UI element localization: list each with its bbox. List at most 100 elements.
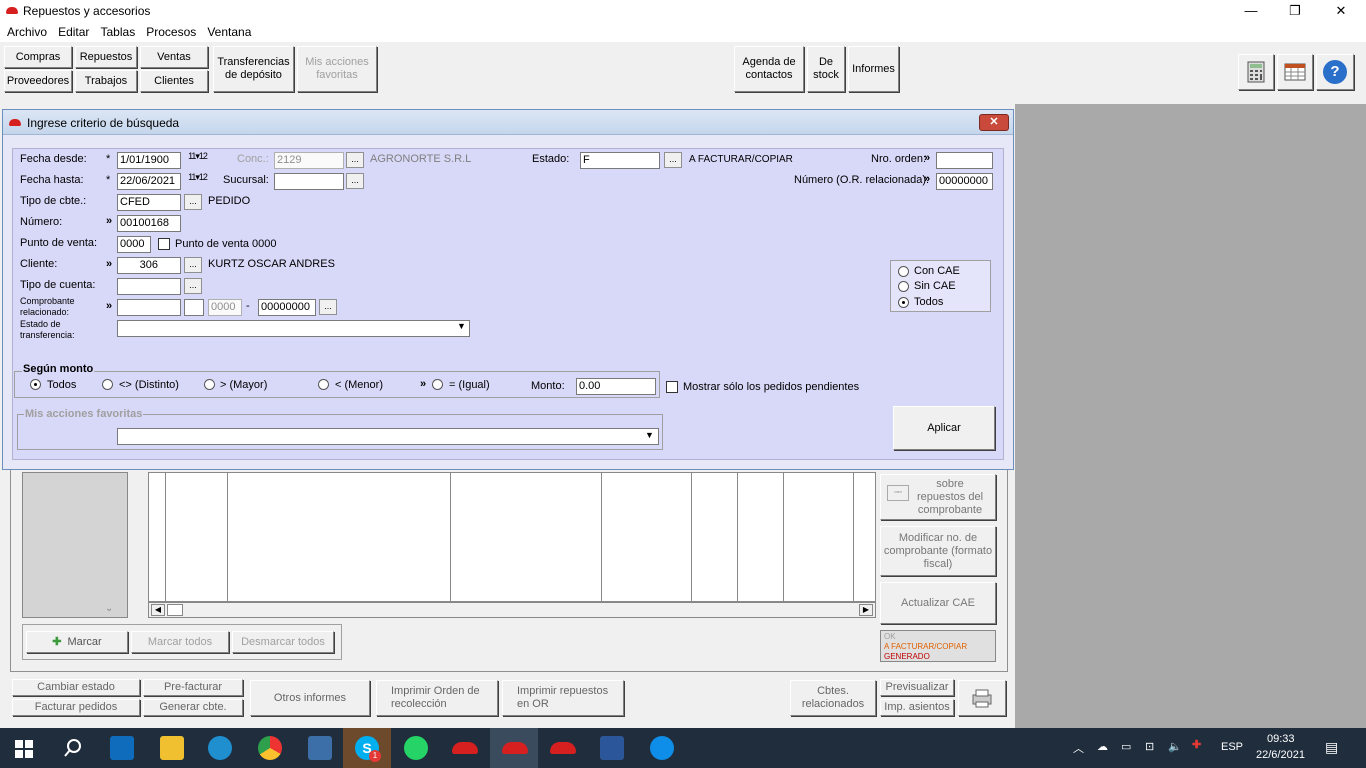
search-icon[interactable] [64,739,82,760]
numero-input[interactable]: 00100168 [117,215,181,232]
marcar-button[interactable]: ✚ Marcar [26,631,128,653]
scroll-right-icon[interactable]: ▶ [859,604,873,616]
estado-lookup-button[interactable]: ... [664,152,682,168]
minimize-button[interactable]: — [1228,0,1274,22]
teamviewer-icon[interactable] [650,736,674,760]
network-icon[interactable]: ⊡ [1145,740,1154,753]
modificar-comprobante-button[interactable]: Modificar no. de comprobante (formato fi… [880,526,996,576]
app-task-icon[interactable] [550,742,576,754]
comp-rel-tipo-input[interactable] [117,299,181,316]
tipo-cbte-lookup-button[interactable]: ... [184,194,202,210]
cbtes-relacionados-button[interactable]: Cbtes. relacionados [790,680,876,716]
comp-rel-numero-input[interactable]: 00000000 [258,299,316,316]
scroll-thumb[interactable] [167,604,183,616]
clock-date[interactable]: 22/6/2021 [1256,749,1305,761]
repuestos-button[interactable]: Repuestos [75,46,137,68]
informes-button[interactable]: Informes [848,46,899,92]
battery-icon[interactable]: ▭ [1121,740,1131,753]
aplicar-button[interactable]: Aplicar [893,406,995,450]
clientes-button[interactable]: Clientes [140,70,208,92]
chrome-icon[interactable] [258,736,282,760]
cliente-lookup-button[interactable]: ... [184,257,202,273]
calendar-picker-icon[interactable]: 11▾12 [185,152,210,168]
sobre-repuestos-button[interactable]: ▫▫▫ sobre repuestos del comprobante [880,474,996,520]
punto-venta-0000-checkbox[interactable] [158,238,170,250]
cliente-input[interactable]: 306 [117,257,181,274]
comp-rel-pv-input[interactable]: 0000 [208,299,242,316]
conc-lookup-button[interactable]: ... [346,152,364,168]
imp-asientos-button[interactable]: Imp. asientos [880,699,954,716]
edge-icon[interactable] [208,736,232,760]
word-icon[interactable] [600,736,624,760]
punto-venta-input[interactable]: 0000 [117,236,151,253]
windows-start-icon[interactable] [15,740,33,758]
menu-archivo[interactable]: Archivo [7,22,47,42]
cloud-icon[interactable]: ☁ [1097,740,1108,753]
conc-input[interactable]: 2129 [274,152,344,169]
estado-input[interactable]: F [580,152,660,169]
tray-app-icon[interactable]: ✚ [1192,738,1201,751]
app-task-icon[interactable] [452,742,478,754]
horizontal-scrollbar[interactable]: ◀ ▶ [148,602,876,618]
chevron-down-icon[interactable]: ▼ [457,321,466,331]
comp-rel-letra-input[interactable] [184,299,204,316]
tipo-cbte-input[interactable]: CFED [117,194,181,211]
help-icon[interactable]: ? [1316,54,1354,90]
menu-ventana[interactable]: Ventana [207,22,251,42]
close-button[interactable]: ✕ [1318,0,1364,22]
imprimir-orden-button[interactable]: Imprimir Orden de recolección [376,680,498,716]
pre-facturar-button[interactable]: Pre-facturar [143,679,243,696]
scroll-down-icon[interactable]: ⌄ [105,603,113,614]
marcar-todos-button[interactable]: Marcar todos [131,631,229,653]
proveedores-button[interactable]: Proveedores [4,70,72,92]
mis-acciones-button[interactable]: Mis acciones favoritas [297,46,377,92]
calendar-icon[interactable] [1277,54,1313,90]
nro-orden-input[interactable] [936,152,993,169]
tipo-cuenta-lookup-button[interactable]: ... [184,278,202,294]
trabajos-button[interactable]: Trabajos [75,70,137,92]
menu-tablas[interactable]: Tablas [101,22,136,42]
language-indicator[interactable]: ESP [1221,741,1243,753]
generar-cbte-button[interactable]: Generar cbte. [143,699,243,716]
ventas-button[interactable]: Ventas [140,46,208,68]
dialog-close-button[interactable]: ✕ [979,114,1009,131]
radio-monto-igual[interactable] [432,379,443,390]
radio-monto-distinto[interactable] [102,379,113,390]
calendar-picker-icon[interactable]: 11▾12 [185,173,210,189]
destock-button[interactable]: De stock [807,46,845,92]
actualizar-cae-button[interactable]: Actualizar CAE [880,582,996,624]
calculator-icon[interactable] [1238,54,1274,90]
clock-time[interactable]: 09:33 [1267,733,1295,745]
desmarcar-todos-button[interactable]: Desmarcar todos [232,631,334,653]
otros-informes-button[interactable]: Otros informes [250,680,370,716]
agenda-button[interactable]: Agenda de contactos [734,46,804,92]
scroll-left-icon[interactable]: ◀ [151,604,165,616]
radio-monto-todos[interactable] [30,379,41,390]
cambiar-estado-button[interactable]: Cambiar estado [12,679,140,696]
file-explorer-icon[interactable] [160,736,184,760]
mis-acciones-select[interactable] [117,428,659,445]
sucursal-input[interactable] [274,173,344,190]
monto-input[interactable]: 0.00 [576,378,656,395]
volume-icon[interactable]: 🔈 [1168,740,1182,753]
sucursal-lookup-button[interactable]: ... [346,173,364,189]
facturar-pedidos-button[interactable]: Facturar pedidos [12,699,140,716]
radio-monto-mayor[interactable] [204,379,215,390]
results-grid[interactable] [148,472,876,602]
radio-todos-cae[interactable] [898,297,909,308]
calculator-app-icon[interactable] [308,736,332,760]
numero-or-input[interactable]: 00000000 [936,173,993,190]
compras-button[interactable]: Compras [4,46,72,68]
previsualizar-button[interactable]: Previsualizar [880,679,954,696]
fecha-desde-input[interactable]: 1/01/1900 [117,152,181,169]
estado-transf-select[interactable] [117,320,470,337]
printer-icon[interactable] [958,680,1006,716]
outlook-icon[interactable] [110,736,134,760]
tipo-cuenta-input[interactable] [117,278,181,295]
chevron-down-icon[interactable]: ▼ [645,430,654,440]
radio-sin-cae[interactable] [898,281,909,292]
imprimir-repuestos-button[interactable]: Imprimir repuestos en OR [502,680,624,716]
maximize-button[interactable]: ❐ [1272,0,1318,22]
radio-monto-menor[interactable] [318,379,329,390]
transferencias-button[interactable]: Transferencias de depósito [213,46,294,92]
